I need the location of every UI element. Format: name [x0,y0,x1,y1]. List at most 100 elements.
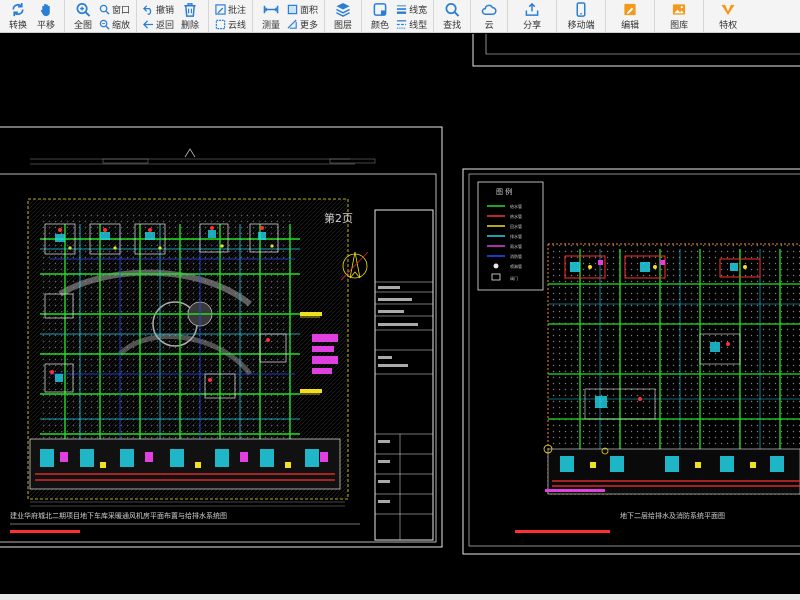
find-button[interactable]: 查找 [438,0,466,33]
legend-item-6: 消防管 [510,253,522,259]
share-icon [525,2,539,16]
line-type-label: 线型 [409,20,428,31]
legend-title: 图 例 [496,187,512,196]
library-button[interactable]: 图库 [659,0,699,33]
privilege-label: 特权 [719,21,738,31]
cloud-line-label: 云线 [228,20,247,31]
pan-label: 平移 [36,21,55,31]
annotate-button[interactable]: 批注 [213,2,248,17]
line-width-label: 线宽 [409,5,428,16]
window-button[interactable]: 窗口 [97,2,132,17]
ruler-icon [263,5,279,14]
more-button[interactable]: 更多 [285,17,320,32]
edit-button[interactable]: 编辑 [610,0,650,33]
legend-item-8: 阀门 [510,275,518,281]
undo-label: 撤销 [156,5,175,16]
left-sheet: 第2页 建业华府城北二期项目地下车库采暖通风机房平面布置与给排水系统图 [0,126,443,548]
undo-icon [143,4,152,15]
toolbar-group-view: 转换 平移 [0,0,65,33]
status-bar [0,594,800,600]
mobile-icon [576,2,586,17]
markup-subgroup: 批注 云线 [213,0,248,33]
line-width-icon [396,4,407,14]
privilege-button[interactable]: 特权 [708,0,748,33]
toolbar-group-edit: 撤销 返回 删除 [137,0,210,33]
search-icon [445,3,460,17]
area-icon [287,4,298,14]
rotate-label: 转换 [8,21,27,31]
legend-item-4: 排水管 [510,233,522,239]
pan-button[interactable]: 平移 [32,0,60,33]
toolbar-group-measure: 测量 面积 更多 [253,0,326,33]
left-caption: 建业华府城北二期项目地下车库采暖通风机房平面布置与给排水系统图 [10,511,227,520]
layers-icon [336,2,350,17]
area-button[interactable]: 面积 [285,2,320,17]
mobile-label: 移动端 [567,21,595,31]
line-type-icon [396,19,407,29]
legend-item-7: 喷淋管 [510,263,522,269]
legend-item-2: 热水管 [510,213,522,219]
legend-item-5: 雨水管 [510,243,522,249]
mobile-button[interactable]: 移动端 [561,0,601,33]
window-label: 窗口 [112,5,131,16]
toolbar-group-zoom: 全图 窗口 缩放 [65,0,138,33]
cad-drawing[interactable]: 第2页 建业华府城北二期项目地下车库采暖通风机房平面布置与给排水系统图 图 例 … [0,34,800,594]
area-label: 面积 [300,5,319,16]
legend-box: 图 例 给水管 热水管 回水管 排水管 雨水管 消防管 喷淋管 阀门 [477,181,544,291]
measure-subgroup: 面积 更多 [285,0,320,33]
drawing-canvas[interactable]: 第2页 建业华府城北二期项目地下车库采暖通风机房平面布置与给排水系统图 图 例 … [0,34,800,600]
legend-item-1: 给水管 [510,203,522,209]
fit-label: 全图 [73,21,92,31]
measure-button[interactable]: 测量 [257,0,285,33]
vip-icon [721,4,735,16]
line-type-button[interactable]: 线型 [394,17,429,32]
share-button[interactable]: 分享 [512,0,552,33]
layers-label: 图层 [334,21,353,31]
cloud-line-button[interactable]: 云线 [213,17,248,32]
toolbar-group-markup: 批注 云线 [209,0,254,33]
zoom-button[interactable]: 缩放 [97,17,132,32]
back-label: 返回 [156,20,175,31]
find-label: 查找 [443,21,462,31]
color-button[interactable]: 颜色 [366,0,394,33]
annotate-icon [215,3,226,15]
library-label: 图库 [670,21,689,31]
cloud-button[interactable]: 云 [475,0,503,33]
toolbar-group-layers: 图层 [325,0,363,33]
color-label: 颜色 [371,21,390,31]
cloud-line-icon [215,19,226,29]
back-button[interactable]: 返回 [141,17,176,32]
right-caption: 地下二层给排水及消防系统平面图 [620,511,725,520]
toolbar-group-find: 查找 [434,0,472,33]
color-icon [373,3,387,16]
line-subgroup: 线宽 线型 [394,0,429,33]
zoom-window-icon [99,4,110,15]
left-sheet-number: 第2页 [324,211,353,225]
toolbar-group-edit-tools: 编辑 [606,0,656,33]
undo-button[interactable]: 撤销 [141,2,176,17]
zoom-subgroup: 窗口 缩放 [97,0,132,33]
more-icon [287,18,297,29]
hand-icon [40,3,50,17]
share-label: 分享 [523,21,542,31]
back-icon [143,19,154,29]
right-sheet: 图 例 给水管 热水管 回水管 排水管 雨水管 消防管 喷淋管 阀门 地下二层给… [462,168,800,555]
rotate-icon [12,2,24,17]
fit-button[interactable]: 全图 [69,0,97,33]
toolbar-group-mobile: 移动端 [557,0,607,33]
cloud-icon [481,4,497,15]
trash-icon [184,3,196,17]
delete-button[interactable]: 删除 [176,0,204,33]
edit-icon [624,3,636,16]
cloud-label: 云 [484,21,494,31]
toolbar-group-privilege: 特权 [704,0,752,33]
line-width-button[interactable]: 线宽 [394,2,429,17]
layers-button[interactable]: 图层 [329,0,357,33]
zoom-label: 缩放 [112,20,131,31]
rotate-button[interactable]: 转换 [4,0,32,33]
more-label: 更多 [300,20,319,31]
left-title-block [374,209,434,541]
measure-label: 测量 [262,21,281,31]
toolbar: 转换 平移 全图 窗口 缩放 撤销 返回 删除 批注 云线 测量 面积 更多 图… [0,0,800,33]
zoom-icon [99,19,110,30]
